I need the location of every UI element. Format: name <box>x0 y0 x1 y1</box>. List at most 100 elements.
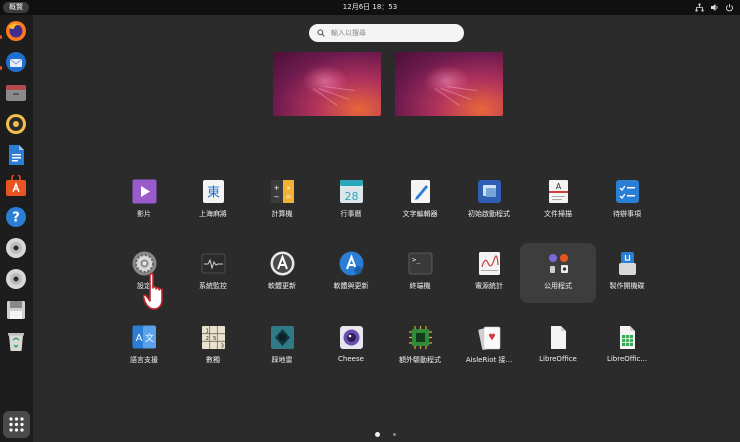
aisleriot-icon <box>477 325 502 350</box>
workspace-thumbnail[interactable] <box>273 52 381 116</box>
app-tile[interactable]: A 文件掃描 <box>520 171 596 231</box>
app-tile[interactable]: 製作開機碟 <box>589 243 665 303</box>
running-indicator <box>0 66 2 70</box>
dock: ? <box>0 15 33 442</box>
app-tile[interactable]: >_ 終端機 <box>382 243 458 303</box>
page-indicator[interactable] <box>393 433 396 436</box>
app-label: 文字編輯器 <box>402 210 438 218</box>
calendar-icon: 28 <box>339 179 364 204</box>
app-tile[interactable]: 軟體更新 <box>244 243 320 303</box>
hand-pointer-cursor <box>143 272 163 310</box>
page-indicator-active[interactable] <box>375 432 380 437</box>
app-tile[interactable]: 1 2 5 3 數獨 <box>175 317 251 377</box>
app-label: 系統監控 <box>199 282 227 290</box>
optical-disc-icon[interactable] <box>4 236 28 260</box>
app-tile[interactable]: A 文語言支援 <box>106 317 182 377</box>
videos-icon <box>132 179 157 204</box>
software-properties-icon <box>339 251 364 276</box>
app-tile[interactable]: 初始啟動程式 <box>451 171 527 231</box>
app-tile[interactable]: LibreOffice <box>520 317 596 377</box>
app-label: AisleRiot 接... <box>465 356 513 364</box>
app-tile[interactable]: 文字編輯器 <box>382 171 458 231</box>
app-tile[interactable]: 軟體與更新 <box>313 243 389 303</box>
svg-text:?: ? <box>12 211 20 226</box>
firefox-icon[interactable] <box>4 19 28 43</box>
app-tile[interactable]: 系統監控 <box>175 243 251 303</box>
search-placeholder: 輸入以搜尋 <box>331 29 366 37</box>
workspace-thumbnail[interactable] <box>395 52 503 116</box>
app-tile[interactable]: AisleRiot 接... <box>451 317 527 377</box>
app-label: 製作開機碟 <box>609 282 645 290</box>
app-tile[interactable]: 28 行事曆 <box>313 171 389 231</box>
app-label: 軟體與更新 <box>333 282 369 290</box>
app-tile[interactable]: LibreOffic... <box>589 317 665 377</box>
rhythmbox-icon[interactable] <box>4 112 28 136</box>
app-grid-icon <box>9 417 24 432</box>
document-scanner-icon: A <box>546 179 571 204</box>
system-tray[interactable] <box>695 0 734 15</box>
show-apps-button[interactable] <box>3 411 30 438</box>
cheese-icon <box>339 325 364 350</box>
system-monitor-icon <box>201 251 226 276</box>
text-editor-icon <box>408 179 433 204</box>
additional-drivers-icon <box>408 325 433 350</box>
sudoku-icon: 1253 <box>201 325 226 350</box>
floppy-save-icon[interactable] <box>4 298 28 322</box>
svg-text:A: A <box>136 333 143 344</box>
app-tile[interactable]: + − × = 計算機 <box>244 171 320 231</box>
power-icon[interactable] <box>725 3 734 12</box>
volume-icon[interactable] <box>710 3 719 12</box>
mahjongg-icon: 東 <box>201 179 226 204</box>
app-label: LibreOffic... <box>606 355 648 363</box>
svg-text:−: − <box>274 193 280 201</box>
power-statistics-icon <box>477 251 502 276</box>
svg-text:東: 東 <box>207 185 220 201</box>
svg-text:>_: >_ <box>412 256 421 264</box>
calculator-icon: + − × = <box>270 179 295 204</box>
svg-text:3: 3 <box>221 344 225 350</box>
app-tile[interactable]: 額外驅動程式 <box>382 317 458 377</box>
svg-text:×: × <box>286 185 291 192</box>
app-label: 影片 <box>137 210 151 218</box>
top-bar: 概覽 12月6日 18：53 <box>0 0 740 15</box>
thunderbird-icon[interactable] <box>4 50 28 74</box>
app-tile[interactable]: 東上海麻將 <box>175 171 251 231</box>
libreoffice-writer-icon[interactable] <box>4 143 28 167</box>
mines-icon <box>270 325 295 350</box>
app-label: 數獨 <box>206 356 220 364</box>
svg-text:2: 2 <box>206 336 210 342</box>
app-label: LibreOffice <box>539 355 577 363</box>
startup-apps-icon <box>477 179 502 204</box>
app-tile[interactable]: 電源統計 <box>451 243 527 303</box>
svg-text:1: 1 <box>206 329 210 335</box>
optical-disc-icon[interactable] <box>4 267 28 291</box>
startup-disk-creator-icon <box>615 251 640 276</box>
svg-text:A: A <box>556 182 562 191</box>
files-icon[interactable] <box>4 81 28 105</box>
terminal-icon: >_ <box>408 251 433 276</box>
utilities-folder-icon <box>546 251 571 276</box>
svg-text:28: 28 <box>345 190 359 203</box>
app-label: 終端機 <box>409 282 431 290</box>
app-label: Cheese <box>338 355 364 363</box>
svg-text:文: 文 <box>145 332 154 344</box>
svg-text:=: = <box>286 193 292 201</box>
network-icon[interactable] <box>695 3 704 12</box>
svg-text:+: + <box>274 184 280 192</box>
app-tile[interactable]: 公用程式 <box>520 243 596 303</box>
trash-icon[interactable] <box>4 329 28 353</box>
app-label: 語言支援 <box>130 356 158 364</box>
app-label: 文件掃描 <box>544 210 572 218</box>
app-center-icon[interactable] <box>4 174 28 198</box>
app-tile[interactable]: 影片 <box>106 171 182 231</box>
clock[interactable]: 12月6日 18：53 <box>0 1 740 14</box>
app-tile[interactable]: 踩地雷 <box>244 317 320 377</box>
search-input[interactable]: 輸入以搜尋 <box>309 24 464 42</box>
help-icon[interactable]: ? <box>4 205 28 229</box>
app-label: 公用程式 <box>544 282 572 290</box>
app-tile[interactable]: 待辦事項 <box>589 171 665 231</box>
app-label: 初始啟動程式 <box>468 210 510 218</box>
app-label: 軟體更新 <box>268 282 296 290</box>
libreoffice-calc-icon <box>615 325 640 350</box>
app-tile[interactable]: Cheese <box>313 317 389 377</box>
